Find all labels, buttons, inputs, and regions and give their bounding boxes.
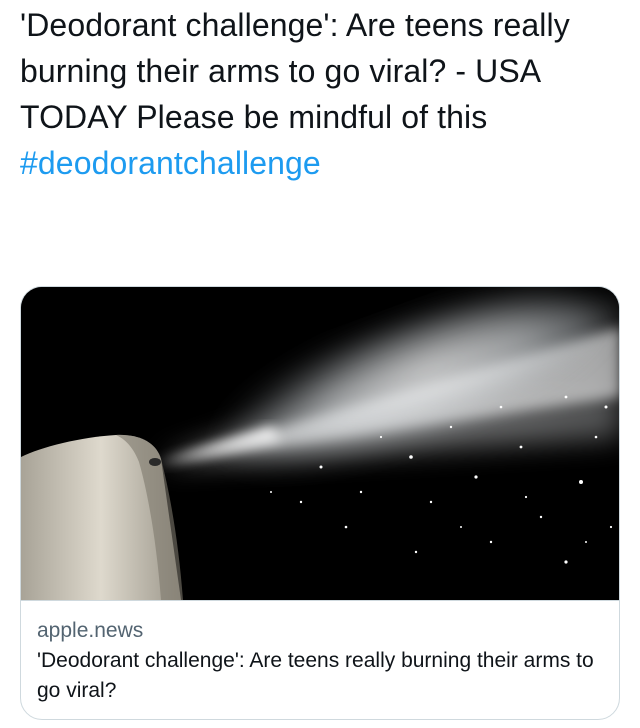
tweet-body-text: 'Deodorant challenge': Are teens really … [20,7,570,135]
card-footer[interactable]: apple.news 'Deodorant challenge': Are te… [21,600,619,719]
link-preview-card[interactable]: apple.news 'Deodorant challenge': Are te… [20,286,620,720]
tweet-text: 'Deodorant challenge': Are teens really … [20,2,620,186]
card-image[interactable] [21,287,619,600]
card-title: 'Deodorant challenge': Are teens really … [37,649,594,702]
card-domain: apple.news [37,619,144,642]
hashtag-link[interactable]: #deodorantchallenge [20,140,321,186]
aerosol-spray-image [21,287,619,600]
